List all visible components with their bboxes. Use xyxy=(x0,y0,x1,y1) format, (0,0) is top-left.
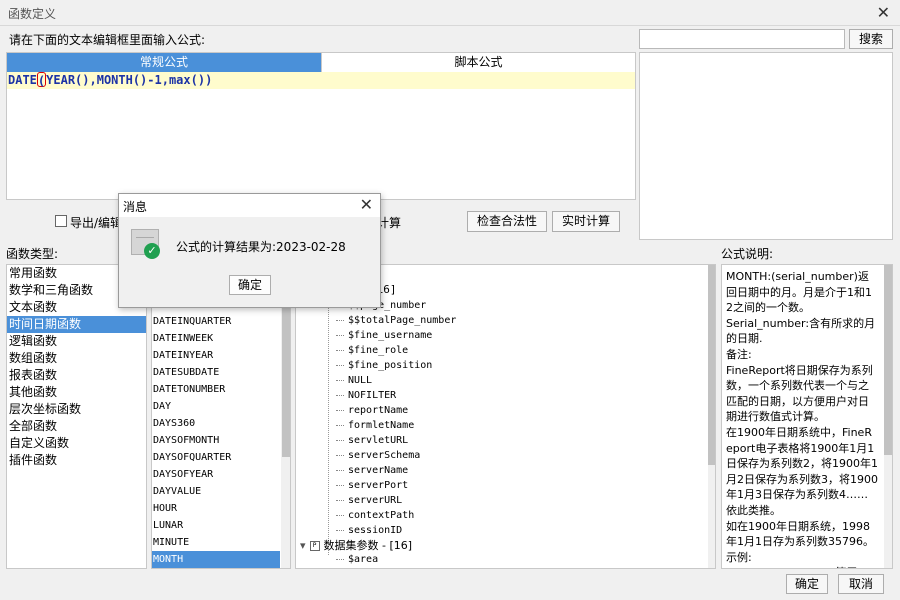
tree-param-item[interactable]: NOFILTER xyxy=(336,388,456,403)
function-item[interactable]: DATESUBDATE xyxy=(152,364,280,381)
title-bar: 函数定义 ✕ xyxy=(0,0,900,26)
function-item[interactable]: DAYSOFYEAR xyxy=(152,466,280,483)
tree-param-item[interactable]: reportName xyxy=(336,403,456,418)
dialog-body: ✓ 公式的计算结果为:2023-02-28 确定 xyxy=(119,217,380,307)
tree-param-item[interactable]: NULL xyxy=(336,373,456,388)
formula-text-before: DATE xyxy=(8,73,37,87)
category-item[interactable]: 全部函数 xyxy=(7,418,146,435)
function-category-list[interactable]: 常用函数 数学和三角函数 文本函数 时间日期函数 逻辑函数 数组函数 报表函数 … xyxy=(6,264,147,569)
tree-param-item[interactable]: contextPath xyxy=(336,508,456,523)
function-list-scroll-thumb[interactable] xyxy=(282,305,290,457)
realtime-calc-button[interactable]: 实时计算 xyxy=(552,211,620,232)
category-item-selected[interactable]: 时间日期函数 xyxy=(7,316,146,333)
editor-prompt: 请在下面的文本编辑框里面输入公式: xyxy=(9,33,206,47)
expand-arrow-icon[interactable]: ▾ xyxy=(300,539,306,552)
ok-button[interactable]: 确定 xyxy=(786,574,828,594)
success-check-icon: ✓ xyxy=(144,243,160,259)
check-validity-button[interactable]: 检查合法性 xyxy=(467,211,547,232)
dialog-message: 公式的计算结果为:2023-02-28 xyxy=(176,240,346,254)
function-item[interactable]: DAYSOFMONTH xyxy=(152,432,280,449)
parameter-tree-scroll-thumb[interactable] xyxy=(708,265,715,465)
search-input[interactable] xyxy=(639,29,845,49)
dialog-ok-button[interactable]: 确定 xyxy=(229,275,271,295)
tree-param-item[interactable]: serverURL xyxy=(336,493,456,508)
search-button[interactable]: 搜索 xyxy=(849,29,893,49)
category-item[interactable]: 插件函数 xyxy=(7,452,146,469)
function-item[interactable]: DAYVALUE xyxy=(152,483,280,500)
tree-param-item[interactable]: $fine_role xyxy=(336,343,456,358)
formula-text-line[interactable]: DATE(YEAR(),MONTH()-1,max()) xyxy=(7,72,635,89)
formula-explanation-text: MONTH:(serial_number)返回日期中的月。月是介于1和12之间的… xyxy=(726,270,878,568)
bracket-match-highlight: ( xyxy=(36,72,47,88)
message-dialog: 消息 ✕ ✓ 公式的计算结果为:2023-02-28 确定 xyxy=(118,193,381,308)
tree-param-item[interactable]: $$totalPage_number xyxy=(336,313,456,328)
tree-param-item[interactable]: serverSchema xyxy=(336,448,456,463)
export-edit-checkbox[interactable] xyxy=(55,215,67,227)
function-item[interactable]: DATETONUMBER xyxy=(152,381,280,398)
formula-explanation-label: 公式说明: xyxy=(721,247,774,261)
formula-explanation-panel: MONTH:(serial_number)返回日期中的月。月是介于1和12之间的… xyxy=(721,264,893,569)
parameter-tree[interactable]: [16] $$page_number $$totalPage_number $f… xyxy=(295,264,716,569)
tree-param-item[interactable]: $fine_position xyxy=(336,358,456,373)
dialog-close-icon[interactable]: ✕ xyxy=(360,195,373,214)
function-type-label: 函数类型: xyxy=(6,247,59,261)
tree-param-item[interactable]: serverPort xyxy=(336,478,456,493)
function-item[interactable]: DAYS360 xyxy=(152,415,280,432)
function-item[interactable]: DAYSOFQUARTER xyxy=(152,449,280,466)
function-list[interactable]: DATEINQUARTER DATEINWEEK DATEINYEAR DATE… xyxy=(151,264,291,569)
category-item[interactable]: 数组函数 xyxy=(7,350,146,367)
dialog-title-bar: 消息 ✕ xyxy=(119,194,380,217)
function-item[interactable]: DATEINYEAR xyxy=(152,347,280,364)
tab-script-formula[interactable]: 脚本公式 xyxy=(321,53,635,72)
window-close-icon[interactable]: ✕ xyxy=(877,3,890,22)
function-item[interactable]: LUNAR xyxy=(152,517,280,534)
tree-param-item[interactable]: servletURL xyxy=(336,433,456,448)
formula-text-after: YEAR(),MONTH()-1,max()) xyxy=(46,73,213,87)
category-item[interactable]: 报表函数 xyxy=(7,367,146,384)
tree-param-item[interactable]: formletName xyxy=(336,418,456,433)
tree-guide-line xyxy=(328,295,329,555)
tab-regular-formula[interactable]: 常规公式 xyxy=(7,53,321,72)
tree-group-dataset-params[interactable]: ▾ P 数据集参数 - [16] xyxy=(300,537,412,553)
window-title: 函数定义 xyxy=(8,7,57,21)
function-item-selected[interactable]: MONTH xyxy=(152,551,280,568)
tree-group-label: 数据集参数 - [16] xyxy=(323,539,413,552)
cancel-button[interactable]: 取消 xyxy=(838,574,884,594)
function-item[interactable]: HOUR xyxy=(152,500,280,517)
dialog-title: 消息 xyxy=(123,200,148,214)
category-item[interactable]: 逻辑函数 xyxy=(7,333,146,350)
tree-param-item[interactable]: sessionID xyxy=(336,523,456,538)
function-item[interactable]: MINUTE xyxy=(152,534,280,551)
export-edit-checkbox-label: 导出/编辑 xyxy=(70,216,123,230)
tree-param-item[interactable]: $fine_username xyxy=(336,328,456,343)
category-item[interactable]: 其他函数 xyxy=(7,384,146,401)
category-item[interactable]: 层次坐标函数 xyxy=(7,401,146,418)
function-item[interactable]: DATEINQUARTER xyxy=(152,313,280,330)
parameter-group-icon: P xyxy=(309,541,320,551)
function-item[interactable]: DAY xyxy=(152,398,280,415)
function-item[interactable]: DATEINWEEK xyxy=(152,330,280,347)
search-results-panel xyxy=(639,52,893,240)
category-item[interactable]: 自定义函数 xyxy=(7,435,146,452)
explanation-scroll-thumb[interactable] xyxy=(884,265,892,455)
tree-param-item[interactable]: serverName xyxy=(336,463,456,478)
formula-editor[interactable]: 常规公式 脚本公式 DATE(YEAR(),MONTH()-1,max()) xyxy=(6,52,636,200)
tree-param-item[interactable]: $area xyxy=(336,554,378,565)
